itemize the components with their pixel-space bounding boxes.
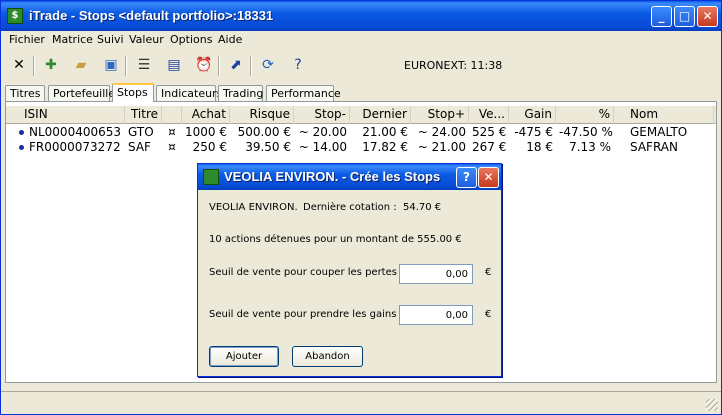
cell-stop-plus: ~ 24.00: [417, 125, 466, 139]
refresh-icon[interactable]: ⟳: [258, 55, 278, 75]
title-bar[interactable]: $ iTrade - Stops <default portfolio>:183…: [1, 1, 721, 31]
cell-percent: 7.13 %: [569, 140, 611, 154]
menu-fichier[interactable]: Fichier: [9, 33, 45, 46]
cell-achat: 250 €: [192, 140, 227, 154]
toolbar-separator: [250, 56, 252, 76]
stop-loss-currency: €: [485, 267, 492, 278]
cell-marker: ¤: [168, 140, 176, 154]
toolbar-separator: [218, 56, 220, 76]
cell-achat: 1000 €: [185, 125, 227, 139]
table-row[interactable]: FR0000073272 SAF ¤ 250 € 39.50 € ~ 14.00…: [6, 140, 716, 155]
cell-titre: GTO: [128, 125, 154, 139]
help-icon[interactable]: ?: [288, 55, 308, 75]
add-icon[interactable]: ✚: [41, 55, 61, 75]
stock-name: VEOLIA ENVIRON.: [209, 202, 298, 213]
minimize-button[interactable]: _: [651, 6, 672, 27]
cell-risque: 500.00 €: [237, 125, 291, 139]
book-icon[interactable]: ▤: [164, 55, 184, 75]
tab-indicateurs[interactable]: Indicateurs: [156, 85, 222, 102]
dialog-title-bar[interactable]: VEOLIA ENVIRON. - Crée les Stops ? ✕: [198, 164, 501, 190]
last-quote-label: Dernière cotation :: [303, 202, 397, 213]
cell-risque: 39.50 €: [245, 140, 291, 154]
cell-stop-plus: ~ 21.00: [417, 140, 466, 154]
cell-gain: -475 €: [514, 125, 553, 139]
take-profit-label: Seuil de vente pour prendre les gains :: [209, 309, 403, 320]
window-title: iTrade - Stops <default portfolio>:18331: [29, 8, 274, 23]
resize-grip-icon[interactable]: [706, 399, 718, 411]
status-bar: [1, 391, 721, 414]
cell-titre: SAF: [128, 140, 151, 154]
cell-vente: 267 €: [472, 140, 507, 154]
cell-nom: SAFRAN: [630, 140, 678, 154]
cell-marker: ¤: [168, 125, 176, 139]
cell-nom: GEMALTO: [630, 125, 688, 139]
holding-text: 10 actions détenues pour un montant de 5…: [209, 234, 462, 245]
cell-vente: 525 €: [472, 125, 507, 139]
cell-isin: NL0000400653: [29, 125, 122, 139]
menu-bar: Fichier Matrice Suivi Valeur Options Aid…: [1, 31, 721, 49]
create-stops-dialog: VEOLIA ENVIRON. - Crée les Stops ? ✕ VEO…: [197, 163, 502, 377]
col-percent[interactable]: %: [556, 106, 614, 124]
col-risque[interactable]: Risque: [230, 106, 294, 124]
close-button[interactable]: ✕: [697, 6, 718, 27]
toolbar-separator: [33, 56, 35, 76]
table-row[interactable]: NL0000400653 GTO ¤ 1000 € 500.00 € ~ 20.…: [6, 125, 716, 140]
stop-loss-input[interactable]: [399, 264, 473, 284]
tab-performance[interactable]: Performance: [266, 85, 341, 102]
chart-icon[interactable]: ⬈: [226, 55, 246, 75]
cell-stop-minus: ~ 14.00: [298, 140, 347, 154]
last-quote-value: 54.70 €: [403, 202, 442, 213]
col-dernier[interactable]: Dernier: [350, 106, 411, 124]
col-gain[interactable]: Gain: [509, 106, 556, 124]
table-header: ISIN Titre Achat Risque Stop- Dernier St…: [6, 106, 716, 124]
col-vente[interactable]: Ve...: [469, 106, 509, 124]
help-button[interactable]: ?: [456, 167, 477, 188]
cell-dernier: 21.00 €: [362, 125, 408, 139]
menu-aide[interactable]: Aide: [218, 33, 242, 46]
list-icon[interactable]: ☰: [134, 55, 154, 75]
exchange-clock: EURONEXT: 11:38: [404, 59, 503, 72]
itrade-logo-icon: $: [7, 8, 23, 24]
toolbar-separator: [125, 56, 127, 76]
maximize-button[interactable]: □: [674, 6, 695, 27]
cell-isin: FR0000073272: [29, 140, 121, 154]
cell-percent: -47.50 %: [559, 125, 613, 139]
menu-options[interactable]: Options: [170, 33, 212, 46]
cell-dernier: 17.82 €: [362, 140, 408, 154]
cell-gain: 18 €: [526, 140, 553, 154]
cancel-button[interactable]: Abandon: [292, 346, 363, 367]
menu-valeur[interactable]: Valeur: [129, 33, 164, 46]
tab-titres[interactable]: Titres: [5, 85, 45, 102]
take-profit-input[interactable]: [399, 305, 473, 325]
col-isin[interactable]: ISIN: [6, 106, 125, 124]
tab-stops[interactable]: Stops: [112, 83, 154, 102]
col-achat[interactable]: Achat: [182, 106, 230, 124]
col-titre[interactable]: Titre: [125, 106, 162, 124]
col-stop-plus[interactable]: Stop+: [411, 106, 469, 124]
toolbar: ✕ ✚ ▰ ▣ ☰ ▤ ⏰ ⬈ ⟳ ?: [1, 51, 721, 81]
dialog-title: VEOLIA ENVIRON. - Crée les Stops: [224, 169, 441, 184]
alarm-icon[interactable]: ⏰: [194, 55, 214, 75]
cell-stop-minus: ~ 20.00: [298, 125, 347, 139]
stop-loss-label: Seuil de vente pour couper les pertes :: [209, 267, 404, 278]
take-profit-currency: €: [485, 309, 492, 320]
col-stop-minus[interactable]: Stop-: [294, 106, 350, 124]
itrade-logo-icon: [203, 169, 219, 185]
tab-trading[interactable]: Trading: [218, 85, 263, 102]
open-icon[interactable]: ▰: [71, 55, 91, 75]
dialog-close-button[interactable]: ✕: [478, 167, 499, 188]
close-icon[interactable]: ✕: [9, 55, 29, 75]
tab-portefeuille[interactable]: Portefeuille: [48, 85, 115, 102]
col-nom[interactable]: Nom: [614, 106, 714, 124]
save-icon[interactable]: ▣: [101, 55, 121, 75]
add-button[interactable]: Ajouter: [209, 346, 279, 367]
col-marker[interactable]: [162, 106, 182, 124]
menu-suivi[interactable]: Suivi: [97, 33, 124, 46]
menu-matrice[interactable]: Matrice: [52, 33, 93, 46]
